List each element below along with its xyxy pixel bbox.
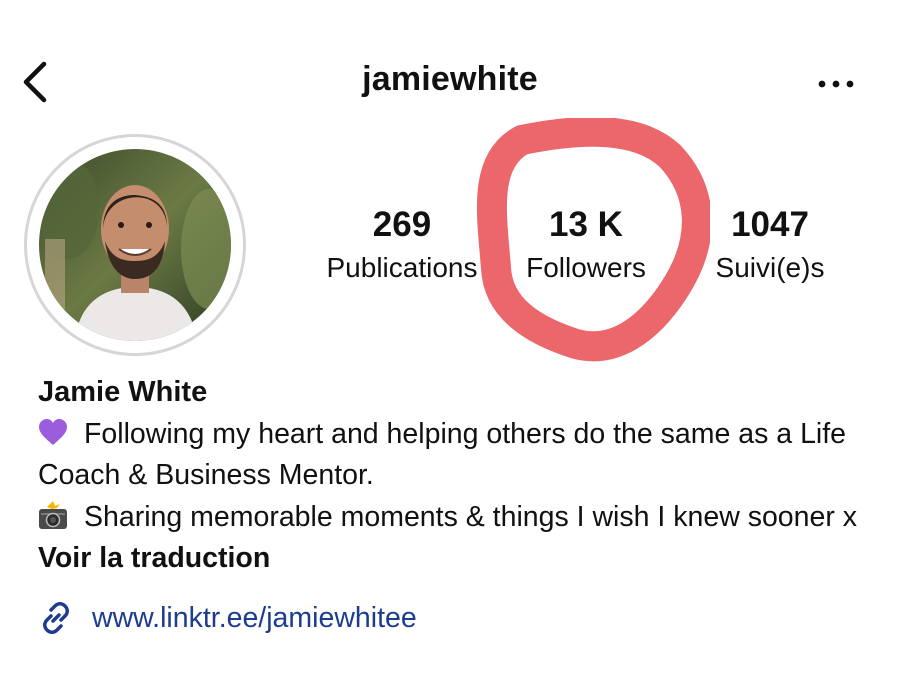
- avatar[interactable]: [24, 134, 246, 356]
- camera-flash-icon: [39, 500, 67, 529]
- profile-username: jamiewhite: [362, 60, 538, 98]
- profile-bio: Jamie White Following my heart and helpi…: [38, 372, 878, 639]
- following-label: Suivi(e)s: [715, 252, 825, 283]
- followers-label: Followers: [526, 252, 646, 283]
- stat-following[interactable]: 1047 Suivi(e)s: [700, 205, 840, 285]
- bio-line-1: Following my heart and helping others do…: [38, 414, 878, 497]
- stat-followers[interactable]: 13 K Followers: [510, 205, 662, 285]
- link-icon: [43, 602, 69, 635]
- more-options-button[interactable]: [812, 76, 860, 92]
- stat-publications[interactable]: 269 Publications: [318, 205, 486, 285]
- bio-text-2: Sharing memorable moments & things I wis…: [84, 500, 858, 533]
- bio-line-2: Sharing memorable moments & things I wis…: [38, 497, 878, 539]
- profile-website-link[interactable]: www.linktr.ee/jamiewhitee: [92, 598, 417, 640]
- publications-label: Publications: [326, 252, 478, 283]
- purple-heart-icon: [39, 418, 67, 445]
- more-horizontal-icon: [818, 80, 854, 88]
- profile-display-name: Jamie White: [38, 376, 208, 408]
- publications-count: 269: [372, 205, 432, 244]
- bio-text-1: Following my heart and helping others do…: [38, 417, 847, 492]
- bio-link-row[interactable]: www.linktr.ee/jamiewhitee: [38, 598, 878, 640]
- following-count: 1047: [731, 205, 809, 244]
- followers-count: 13 K: [549, 205, 623, 244]
- profile-photo: [39, 149, 231, 341]
- translate-link[interactable]: Voir la traduction: [38, 538, 878, 580]
